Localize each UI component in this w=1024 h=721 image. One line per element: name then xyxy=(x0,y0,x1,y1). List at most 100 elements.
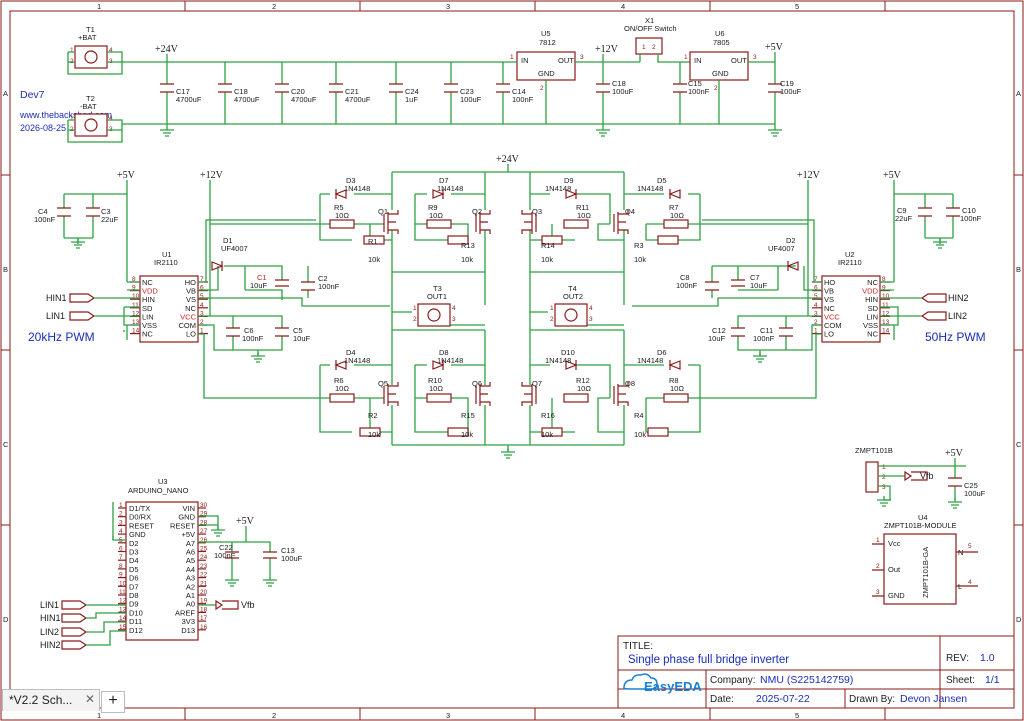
q5-ref: Q5 xyxy=(378,379,388,388)
u2-pin-nc: NC xyxy=(867,330,878,339)
r16-val: 10k xyxy=(541,430,553,439)
nano-pinnum-left: 15 xyxy=(119,624,127,631)
svg-text:4: 4 xyxy=(968,579,972,586)
rail-12v-right: +12V xyxy=(797,170,821,181)
nano-pin-d7: D7 xyxy=(129,582,139,591)
q2-ref: Q2 xyxy=(472,207,482,216)
nano-pin-d3: D3 xyxy=(129,548,139,557)
svg-text:1: 1 xyxy=(413,305,417,312)
col-label-4b: 4 xyxy=(621,711,625,720)
row-label-b: B xyxy=(3,265,8,274)
nano-pinnum-left: 14 xyxy=(119,615,127,622)
r2-val: 10k xyxy=(368,430,380,439)
document-tab-label: *V2.2 Sch... xyxy=(9,693,73,707)
r15-val: 10k xyxy=(461,430,473,439)
rail-24v-bridge: +24V xyxy=(496,154,520,165)
rail-5v-nano: +5V xyxy=(236,516,255,527)
u2-pinnum-right: 10 xyxy=(882,293,890,300)
d5-val: 1N4148 xyxy=(637,184,663,193)
svg-text:3: 3 xyxy=(452,316,456,323)
c12-val: 10uF xyxy=(708,334,726,343)
c7-val: 10uF xyxy=(750,281,768,290)
rail-12v-top: +12V xyxy=(595,44,619,55)
c14-val: 100nF xyxy=(512,95,534,104)
nano-pinnum-left: 8 xyxy=(119,563,123,570)
close-tab-icon[interactable]: ✕ xyxy=(85,692,95,706)
u2-pinnum-left: 5 xyxy=(814,293,818,300)
svg-text:1: 1 xyxy=(550,305,554,312)
svg-text:2: 2 xyxy=(882,474,886,481)
nano-pinnum-left: 11 xyxy=(119,589,126,596)
svg-text:1: 1 xyxy=(876,537,880,544)
note-dev: Dev7 xyxy=(20,89,45,101)
svg-text:1: 1 xyxy=(882,464,886,471)
schematic-sheet: .w { stroke:#2ea043; stroke-width:1.3; f… xyxy=(0,0,1024,721)
t1-label: +BAT xyxy=(78,33,97,42)
rail-5v-right: +5V xyxy=(883,170,902,181)
nano-pin-d12: D12 xyxy=(129,626,143,635)
u2-pinnum-right: 14 xyxy=(882,328,890,335)
c20-val: 4700uF xyxy=(291,95,317,104)
company-value: NMU (S225142759) xyxy=(760,674,853,686)
r2-ref: R2 xyxy=(368,411,378,420)
r1-ref: R1 xyxy=(368,237,378,246)
c1-val: 10uF xyxy=(250,281,268,290)
document-tab[interactable]: *V2.2 Sch... ✕ xyxy=(2,689,100,711)
u3-part: ARDUINO_NANO xyxy=(128,486,189,495)
row-label-a-r: A xyxy=(1016,89,1021,98)
lin2-label: LIN2 xyxy=(948,311,967,321)
add-tab-button[interactable]: + xyxy=(101,691,125,713)
col-label-5b: 5 xyxy=(795,711,799,720)
t2-label: -BAT xyxy=(80,102,97,111)
nano-pin-a6: A6 xyxy=(186,548,195,557)
nano-pin-3v3: 3V3 xyxy=(182,617,195,626)
nano-pinnum-left: 3 xyxy=(119,519,123,526)
nano-pin-d5: D5 xyxy=(129,565,139,574)
nano-pin-p5v: +5V xyxy=(181,530,195,539)
hin2-label: HIN2 xyxy=(948,293,969,303)
title-value: Single phase full bridge inverter xyxy=(628,654,789,666)
rail-5v-zmpt: +5V xyxy=(945,448,964,459)
svg-text:4: 4 xyxy=(109,115,113,122)
svg-text:1: 1 xyxy=(684,54,688,61)
col-label-3: 3 xyxy=(446,2,450,11)
u1-pinnum-left: 14 xyxy=(132,328,140,335)
svg-text:1: 1 xyxy=(70,47,74,54)
c18b-val: 100uF xyxy=(612,87,634,96)
u4-part: ZMPT101B-MODULE xyxy=(884,521,957,530)
q1-ref: Q1 xyxy=(378,207,388,216)
c2-val: 100nF xyxy=(318,282,340,291)
col-label-3b: 3 xyxy=(446,711,450,720)
nano-pinnum-left: 1 xyxy=(119,502,123,509)
c10-val: 100nF xyxy=(960,214,982,223)
svg-text:2: 2 xyxy=(652,44,656,51)
d9-val: 1N4148 xyxy=(545,184,571,193)
c17-val: 4700uF xyxy=(176,95,202,104)
q8-ref: Q8 xyxy=(625,379,635,388)
nano-pin-gnd: GND xyxy=(129,530,146,539)
r15-ref: R15 xyxy=(461,411,475,420)
u1-pin-nc: NC xyxy=(142,330,153,339)
easyeda-logo-text: EasyEDA xyxy=(644,679,702,694)
nano-pinnum-right: 20 xyxy=(200,589,208,596)
r4-val: 10k xyxy=(634,430,646,439)
c21-val: 4700uF xyxy=(345,95,371,104)
rail-24v-top: +24V xyxy=(155,44,179,55)
row-label-c: C xyxy=(3,440,9,449)
r7-val: 10Ω xyxy=(670,211,684,220)
rev-label: REV: xyxy=(946,653,969,664)
svg-text:1: 1 xyxy=(70,115,74,122)
nano-pinnum-right: 21 xyxy=(200,580,208,587)
nano-pin-d10: D10 xyxy=(129,608,143,617)
drawn-label: Drawn By: xyxy=(849,694,895,705)
svg-text:2: 2 xyxy=(550,316,554,323)
r11-val: 10Ω xyxy=(577,211,591,220)
lin2-label-nano: LIN2 xyxy=(40,627,59,637)
svg-text:2: 2 xyxy=(540,85,544,92)
hin1-label-nano: HIN1 xyxy=(40,613,61,623)
r1-val: 10k xyxy=(368,255,380,264)
date-value: 2025-07-22 xyxy=(756,693,810,705)
hin2-label-nano: HIN2 xyxy=(40,640,61,650)
nano-pinnum-left: 9 xyxy=(119,572,123,579)
nano-pin-vin: VIN xyxy=(182,504,195,513)
